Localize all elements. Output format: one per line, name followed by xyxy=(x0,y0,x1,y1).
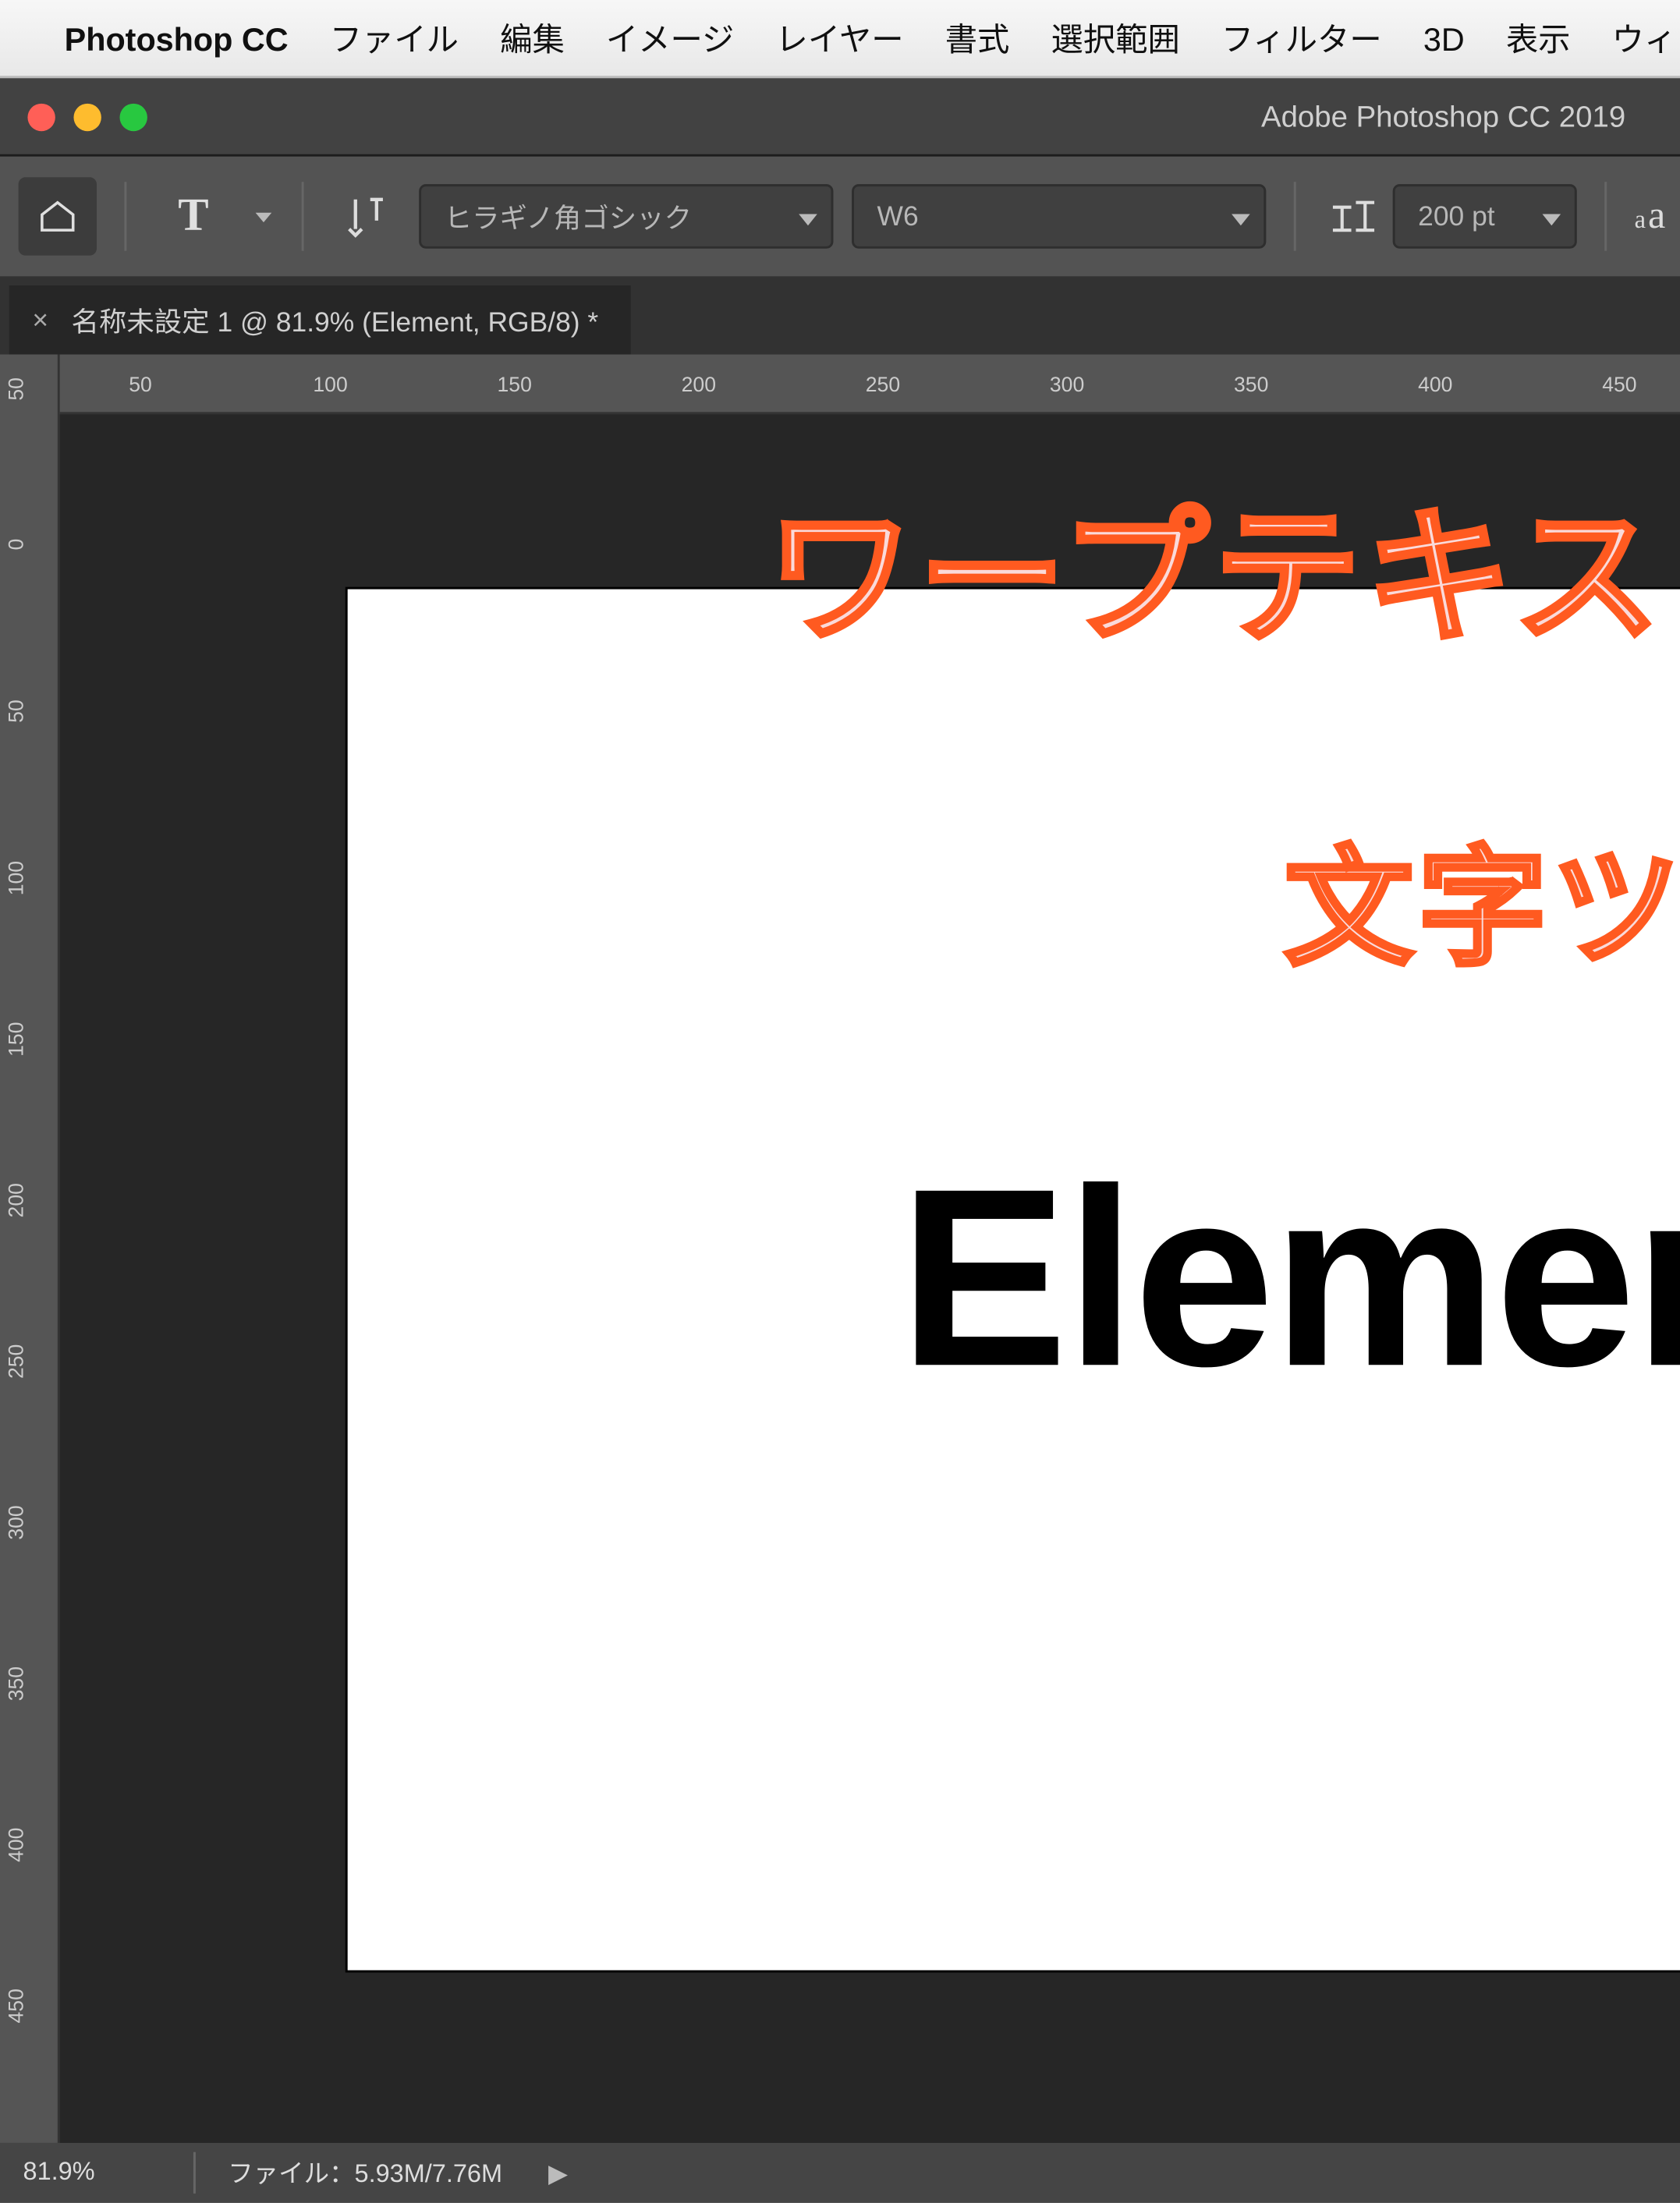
font-family-field[interactable]: ヒラギノ角ゴシック xyxy=(419,184,833,249)
minimize-window-button[interactable] xyxy=(73,102,101,129)
close-window-button[interactable] xyxy=(27,102,55,129)
zoom-level[interactable]: 81.9% xyxy=(0,2159,161,2187)
menu-3d[interactable]: 3D xyxy=(1423,19,1465,56)
options-bar: T ヒラギノ角ゴシック W6 200 pt aa シャープ 3D xyxy=(0,157,1680,276)
menu-image[interactable]: イメージ xyxy=(606,15,735,61)
font-size-field[interactable]: 200 pt xyxy=(1393,184,1577,249)
menu-file[interactable]: ファイル xyxy=(330,15,459,61)
ruler-horizontal[interactable]: 5010015020025030035040045050055060065070… xyxy=(60,355,1680,415)
menu-filter[interactable]: フィルター xyxy=(1221,15,1382,61)
menu-view[interactable]: 表示 xyxy=(1506,15,1571,61)
artboard: Element xyxy=(348,588,1680,1969)
file-info-menu-icon[interactable]: ▶ xyxy=(548,2158,568,2187)
ruler-vertical[interactable]: 50050100150200250300350400450500 xyxy=(0,355,60,2143)
font-size-value: 200 pt xyxy=(1418,200,1495,232)
toggle-text-orientation[interactable] xyxy=(331,182,401,251)
close-tab-icon[interactable]: × xyxy=(32,304,48,336)
menu-layer[interactable]: レイヤー xyxy=(776,15,904,61)
separator xyxy=(124,182,126,251)
separator xyxy=(1604,182,1607,251)
font-family-value: ヒラギノ角ゴシック xyxy=(445,197,692,236)
document-tab[interactable]: × 名称未設定 1 @ 81.9% (Element, RGB/8) * xyxy=(9,285,631,355)
separator xyxy=(193,2152,196,2194)
canvas-text[interactable]: Element xyxy=(899,1132,1680,1425)
mac-menubar: Photoshop CC ファイル 編集 イメージ レイヤー 書式 選択範囲 フ… xyxy=(0,0,1680,78)
home-icon xyxy=(37,196,78,237)
app-name[interactable]: Photoshop CC xyxy=(65,19,289,56)
antialias-icon: aa xyxy=(1635,193,1666,239)
window-title: Adobe Photoshop CC 2019 xyxy=(0,99,1680,133)
status-bar: 81.9% ファイル：5.93M/7.76M ▶ xyxy=(0,2143,1680,2203)
home-button[interactable] xyxy=(19,177,97,255)
file-info[interactable]: ファイル：5.93M/7.76M xyxy=(228,2155,502,2191)
app-titlebar: Adobe Photoshop CC 2019 xyxy=(0,78,1680,156)
menu-select[interactable]: 選択範囲 xyxy=(1051,15,1180,61)
menu-type[interactable]: 書式 xyxy=(945,15,1010,61)
annotation-type-tool: 文字ツール xyxy=(1285,806,1680,992)
annotation-warp-text: ワープテキスト選択 xyxy=(767,460,1680,672)
separator xyxy=(302,182,304,251)
text-orientation-icon xyxy=(341,191,392,242)
window-controls xyxy=(27,102,147,129)
tool-indicator-type: T xyxy=(154,177,232,255)
caret-down-icon xyxy=(1232,214,1250,225)
tool-preset-dropdown[interactable] xyxy=(251,177,275,255)
menu-window[interactable]: ウィンドウ xyxy=(1612,15,1680,61)
document-tab-label: 名称未設定 1 @ 81.9% (Element, RGB/8) * xyxy=(72,300,599,339)
caret-down-icon xyxy=(799,214,817,225)
type-icon: T xyxy=(178,190,208,243)
separator xyxy=(1294,182,1296,251)
font-size-icon xyxy=(1324,189,1379,244)
canvas-viewport[interactable]: Element xyxy=(60,414,1680,2143)
document-tab-bar: × 名称未設定 1 @ 81.9% (Element, RGB/8) * » xyxy=(0,276,1680,354)
caret-down-icon xyxy=(1543,214,1561,225)
caret-down-icon xyxy=(254,211,271,222)
menu-edit[interactable]: 編集 xyxy=(500,15,565,61)
zoom-window-button[interactable] xyxy=(119,102,147,129)
font-weight-field[interactable]: W6 xyxy=(852,184,1266,249)
font-weight-value: W6 xyxy=(877,200,919,232)
